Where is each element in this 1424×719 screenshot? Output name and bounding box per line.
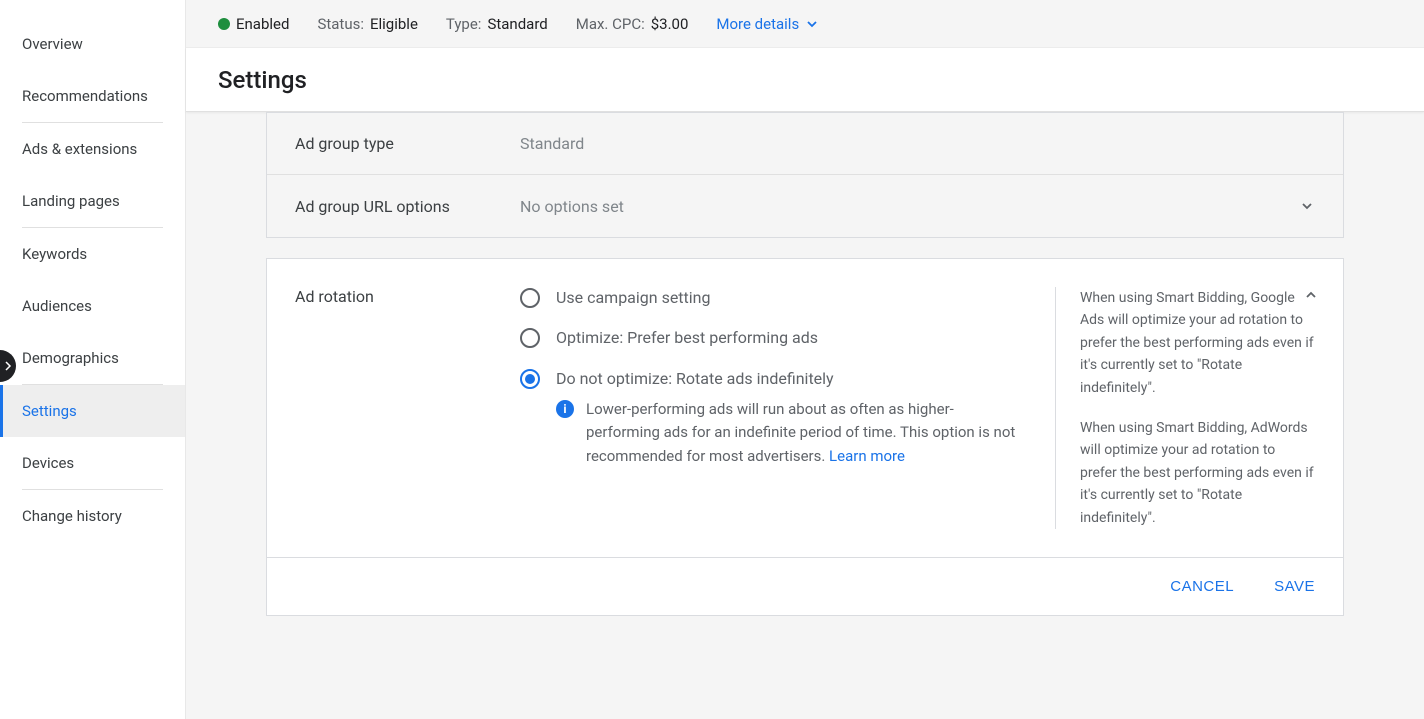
info-text: Lower-performing ads will run about as o… [586, 398, 1027, 468]
ad-rotation-section-label: Ad rotation [295, 287, 520, 529]
radio-use-campaign-setting[interactable]: Use campaign setting [520, 287, 1027, 309]
chevron-down-icon [805, 17, 819, 31]
ad-group-type-row[interactable]: Ad group type Standard [267, 113, 1343, 175]
status-dot-icon [218, 18, 230, 30]
status-enabled[interactable]: Enabled [218, 15, 289, 33]
chevron-down-icon [1299, 198, 1315, 214]
status-label: Status: [317, 15, 364, 33]
sidebar-item-change-history[interactable]: Change history [0, 490, 185, 542]
status-max-cpc: Max. CPC: $3.00 [576, 15, 689, 33]
status-type: Type: Standard [446, 15, 548, 33]
max-cpc-label: Max. CPC: [576, 15, 645, 33]
status-enabled-label: Enabled [236, 15, 289, 33]
radio-icon [520, 288, 540, 308]
ad-group-url-options-value: No options set [520, 197, 624, 216]
radio-optimize[interactable]: Optimize: Prefer best performing ads [520, 327, 1027, 349]
status-eligibility: Status: Eligible [317, 15, 417, 33]
radio-label: Do not optimize: Rotate ads indefinitely [556, 368, 834, 390]
collapsed-settings-card: Ad group type Standard Ad group URL opti… [266, 112, 1344, 238]
sidebar-item-label: Ads & extensions [22, 140, 137, 158]
ad-group-type-label: Ad group type [295, 134, 520, 153]
ad-group-url-options-row[interactable]: Ad group URL options No options set [267, 175, 1343, 237]
status-value: Eligible [370, 15, 418, 33]
learn-more-link[interactable]: Learn more [829, 447, 905, 465]
chevron-up-icon[interactable] [1303, 287, 1319, 303]
radio-label: Use campaign setting [556, 287, 710, 309]
ad-rotation-side-info: When using Smart Bidding, Google Ads wil… [1055, 287, 1315, 529]
type-label: Type: [446, 15, 482, 33]
sidebar-item-recommendations[interactable]: Recommendations [0, 70, 185, 122]
sidebar-item-demographics[interactable]: Demographics [0, 332, 185, 384]
sidebar-item-label: Recommendations [22, 87, 148, 105]
ad-group-type-value: Standard [520, 134, 584, 153]
action-bar: CANCEL SAVE [267, 557, 1343, 615]
side-info-paragraph: When using Smart Bidding, Google Ads wil… [1080, 287, 1315, 399]
save-button[interactable]: SAVE [1274, 578, 1315, 595]
sidebar-item-label: Landing pages [22, 192, 120, 210]
ad-rotation-card: Ad rotation Use campaign setting Optimiz… [266, 258, 1344, 616]
sidebar-item-label: Demographics [22, 349, 119, 367]
sidebar-item-overview[interactable]: Overview [0, 18, 185, 70]
title-bar: Settings [186, 48, 1424, 112]
sidebar: Overview Recommendations Ads & extension… [0, 0, 186, 719]
page-title: Settings [218, 66, 307, 94]
sidebar-item-label: Change history [22, 507, 122, 525]
radio-label: Optimize: Prefer best performing ads [556, 327, 818, 349]
sidebar-item-keywords[interactable]: Keywords [0, 228, 185, 280]
sidebar-item-label: Overview [22, 35, 83, 53]
radio-icon [520, 369, 540, 389]
sidebar-item-ads-extensions[interactable]: Ads & extensions [0, 123, 185, 175]
info-note: i Lower-performing ads will run about as… [556, 398, 1027, 468]
info-icon: i [556, 400, 574, 418]
sidebar-item-settings[interactable]: Settings [0, 385, 185, 437]
sidebar-item-audiences[interactable]: Audiences [0, 280, 185, 332]
sidebar-item-label: Settings [22, 402, 77, 420]
max-cpc-value: $3.00 [651, 15, 689, 33]
sidebar-item-landing-pages[interactable]: Landing pages [0, 175, 185, 227]
cancel-button[interactable]: CANCEL [1170, 578, 1234, 595]
more-details-link[interactable]: More details [716, 15, 819, 33]
sidebar-item-label: Audiences [22, 297, 92, 315]
ad-group-url-options-label: Ad group URL options [295, 197, 520, 216]
sidebar-item-devices[interactable]: Devices [0, 437, 185, 489]
more-details-label: More details [716, 15, 799, 33]
radio-do-not-optimize[interactable]: Do not optimize: Rotate ads indefinitely [520, 368, 1027, 390]
sidebar-item-label: Keywords [22, 245, 87, 263]
side-info-paragraph: When using Smart Bidding, AdWords will o… [1080, 417, 1315, 529]
status-bar: Enabled Status: Eligible Type: Standard … [186, 0, 1424, 48]
sidebar-item-label: Devices [22, 454, 74, 472]
type-value: Standard [487, 15, 547, 33]
radio-icon [520, 328, 540, 348]
